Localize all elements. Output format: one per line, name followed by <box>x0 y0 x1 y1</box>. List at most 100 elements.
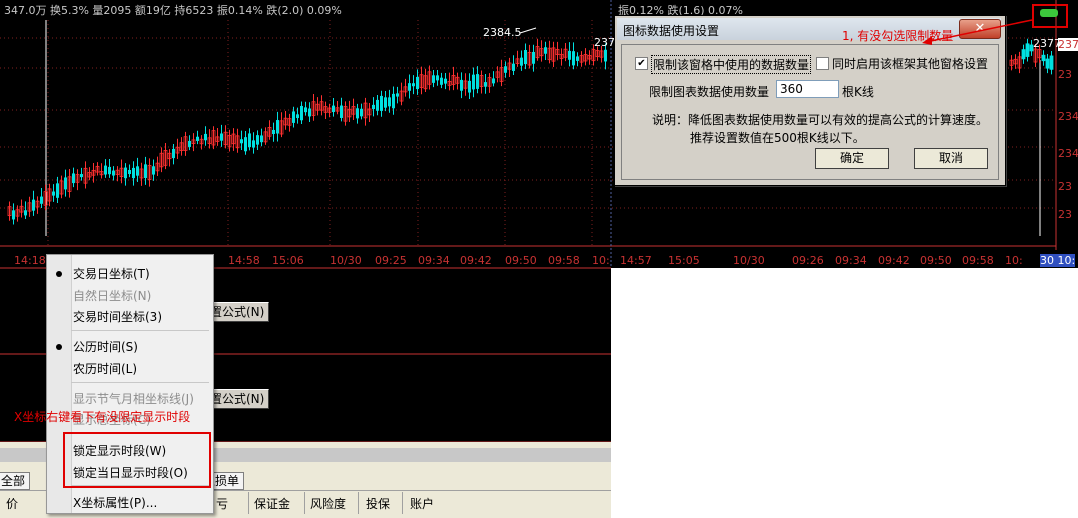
candle-body <box>520 57 523 66</box>
radio-dot-icon <box>56 344 62 350</box>
candle-body <box>472 74 475 90</box>
candle-body <box>304 107 307 113</box>
col-risk[interactable]: 风险度 <box>310 495 346 512</box>
candle-body <box>72 173 75 184</box>
note-line-1: 说明：降低图表数据使用数量可以有效的提高公式的计算速度。 <box>652 113 989 127</box>
candle-body <box>512 63 515 71</box>
menu-item[interactable]: 交易时间坐标(3) <box>73 308 162 325</box>
quote-info-left: 347.0万 换5.3% 量2095 额19亿 持6523 振0.14% 跌(2… <box>4 4 342 17</box>
time-axis-label: 30 10: <box>1040 254 1076 267</box>
candle-body <box>372 104 375 110</box>
candle-body <box>300 105 303 121</box>
candle-body <box>568 50 571 60</box>
candle-body <box>408 83 411 91</box>
cancel-button[interactable]: 取消 <box>914 148 988 169</box>
candle-body <box>356 108 359 119</box>
candle-body <box>340 105 343 118</box>
limit-data-checkbox[interactable]: ✔ <box>635 57 648 70</box>
candle-body <box>392 93 395 109</box>
time-axis-label: 10/30 <box>733 254 765 267</box>
time-axis-label: 09:34 <box>418 254 450 267</box>
menu-item[interactable]: 农历时间(L) <box>73 360 137 377</box>
time-axis-label: 10: <box>592 254 610 267</box>
candle-body <box>524 50 527 65</box>
candle-body <box>52 191 55 196</box>
price-axis-label: 234 <box>1058 147 1078 160</box>
col-sep <box>304 492 305 514</box>
menu-item: 自然日坐标(N) <box>73 289 152 303</box>
candle-body <box>436 75 439 81</box>
candle-body <box>172 148 175 159</box>
annotation-arrow-icon <box>922 19 1033 45</box>
candle-body <box>144 164 147 178</box>
candle-body <box>380 95 383 111</box>
candle-body <box>112 170 115 176</box>
candle-body <box>56 183 59 198</box>
peak-marker <box>519 27 537 34</box>
panel-formula-button-2[interactable]: 置公式(N) <box>205 389 270 409</box>
time-axis-label: 14:57 <box>620 254 652 267</box>
all-button[interactable]: 全部 <box>0 472 31 490</box>
data-count-input[interactable]: 360 <box>776 80 839 98</box>
candle-body <box>244 137 247 152</box>
price-axis-label: 23 <box>1058 68 1072 81</box>
candle-body <box>272 129 275 135</box>
candle-body <box>484 82 487 87</box>
candle-body <box>1041 54 1046 62</box>
menu-item[interactable]: 交易日坐标(T) <box>73 265 150 282</box>
panel-formula-button-1[interactable]: 置公式(N) <box>205 302 270 322</box>
highlight-box-lock-period <box>63 432 211 488</box>
candle-body <box>572 51 575 66</box>
col-price[interactable]: 价 <box>6 495 18 512</box>
candle-body <box>124 167 127 179</box>
candle-body <box>492 78 495 84</box>
candle-body <box>544 47 547 54</box>
col-loss[interactable]: 亏 <box>216 495 228 512</box>
candle-body <box>604 49 607 62</box>
col-sep <box>358 492 359 514</box>
menu-separator <box>71 382 209 383</box>
candle-body <box>460 79 463 91</box>
time-axis-label: 09:26 <box>792 254 824 267</box>
candle-body <box>504 66 507 73</box>
annotation-left: X坐标右键看下有没限定显示时段 <box>14 410 191 424</box>
candle-body <box>468 80 471 93</box>
time-axis-label: 14:18 <box>14 254 46 267</box>
candle-body <box>188 140 191 147</box>
candle-body <box>296 114 299 119</box>
candle-body <box>248 133 251 148</box>
apply-frame-checkbox[interactable] <box>816 57 829 70</box>
candle-body <box>128 170 131 174</box>
col-margin[interactable]: 保证金 <box>254 495 290 512</box>
col-sep <box>402 492 403 514</box>
candle-body <box>1021 49 1026 60</box>
menu-item[interactable]: 公历时间(S) <box>73 338 138 355</box>
candle-body <box>376 99 379 111</box>
menu-item[interactable]: X坐标属性(P)... <box>73 494 157 511</box>
dialog-title: 图标数据使用设置 <box>623 24 720 38</box>
price-axis-label: 234 <box>1058 110 1078 123</box>
status-indicator-icon[interactable] <box>1040 9 1058 17</box>
candle-body <box>240 139 243 144</box>
time-axis-label: 09:58 <box>548 254 580 267</box>
dialog-body: ✔ 限制该窗格中使用的数据数量 同时启用该框架其他窗格设置 限制图表数据使用数量… <box>621 44 999 180</box>
menu-separator <box>71 330 209 331</box>
time-axis-label: 09:25 <box>375 254 407 267</box>
candle-body <box>432 75 435 83</box>
ok-button[interactable]: 确定 <box>815 148 889 169</box>
peak-price-label: 2384.5 <box>483 26 522 39</box>
candle-body <box>396 93 399 97</box>
candle-body <box>196 136 199 141</box>
menu-item: 显示节气月相坐标线(J) <box>73 392 194 406</box>
candle-body <box>292 111 295 123</box>
candle-body <box>412 83 415 87</box>
candle-body <box>40 196 43 204</box>
candle-body <box>360 108 363 117</box>
apply-frame-label[interactable]: 同时启用该框架其他窗格设置 <box>832 55 988 72</box>
col-account[interactable]: 账户 <box>410 495 434 512</box>
candle-body <box>276 120 279 134</box>
limit-data-label[interactable]: 限制该窗格中使用的数据数量 <box>651 55 812 74</box>
checkmark-icon: ✔ <box>637 58 646 69</box>
candle-body <box>384 97 387 108</box>
col-hedge[interactable]: 投保 <box>366 495 390 512</box>
